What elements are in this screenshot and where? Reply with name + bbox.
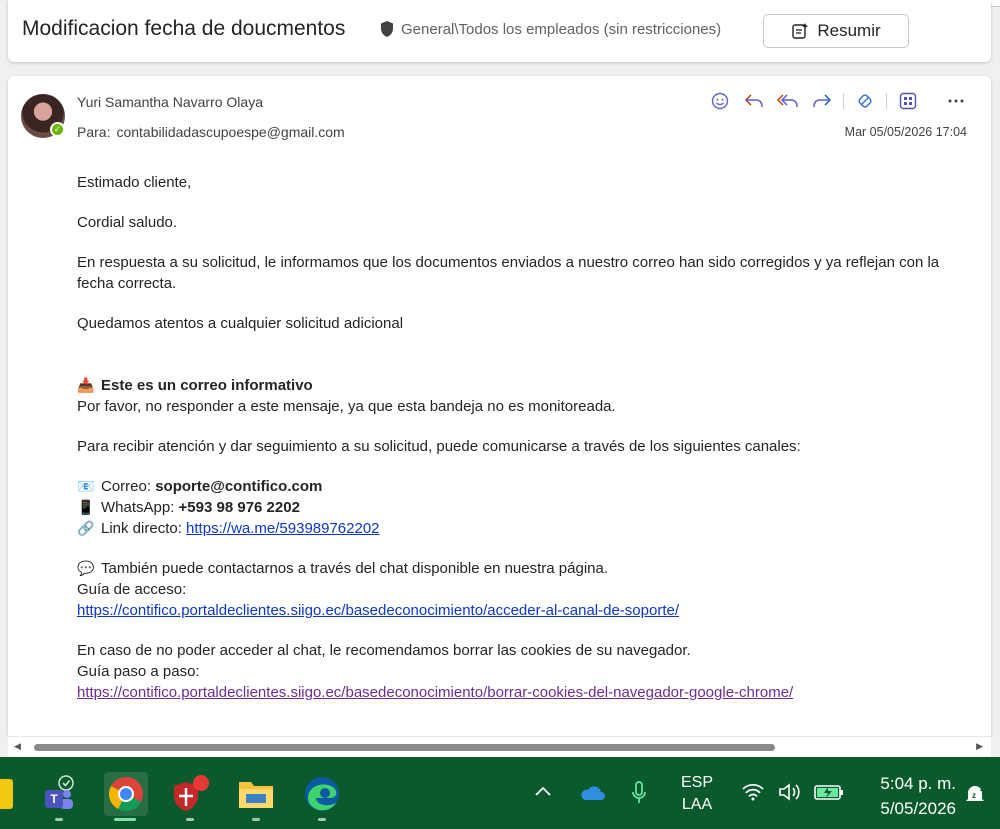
message-pane: ✓ Yuri Samantha Navarro Olaya Para: conta… <box>8 76 991 736</box>
edge-icon[interactable] <box>302 774 342 814</box>
language-indicator[interactable]: ESP LAA <box>681 772 713 816</box>
running-indicator <box>55 818 63 821</box>
sender-name[interactable]: Yuri Samantha Navarro Olaya <box>77 94 263 110</box>
running-indicator <box>186 818 194 821</box>
body-paragraph: En respuesta a su solicitud, le informam… <box>77 254 940 292</box>
keyboard-layout: LAA <box>681 796 713 813</box>
recipient-address[interactable]: contabilidadascupoespe@gmail.com <box>116 124 344 140</box>
info-text: Por favor, no responder a este mensaje, … <box>77 398 616 415</box>
support-guide-link[interactable]: https://contifico.portaldeclientes.siigo… <box>77 602 679 619</box>
whatsapp-label: WhatsApp: <box>101 499 179 516</box>
scroll-right-icon[interactable]: ▶ <box>976 741 983 752</box>
mobile-phone-icon: 📱 <box>77 499 95 515</box>
scrollbar-thumb[interactable] <box>34 744 775 751</box>
chat-text: También puede contactarnos a través del … <box>101 560 609 577</box>
support-email: soporte@contifico.com <box>155 478 323 495</box>
running-indicator <box>318 818 326 821</box>
chrome-icon[interactable] <box>104 772 148 816</box>
svg-text:z: z <box>972 791 976 800</box>
subject-bar: Modificacion fecha de doucmentos General… <box>8 0 991 62</box>
clock-date: 5/05/2026 <box>880 799 956 818</box>
running-indicator <box>252 818 260 821</box>
to-label: Para: <box>77 124 111 140</box>
language-code: ESP <box>681 774 714 791</box>
apps-icon[interactable] <box>891 90 925 112</box>
summarize-button[interactable]: Resumir <box>763 14 909 48</box>
link-icon: 🔗 <box>77 520 95 536</box>
onedrive-icon[interactable] <box>579 785 605 806</box>
summarize-icon <box>792 23 809 39</box>
greeting: Estimado cliente, <box>77 174 192 191</box>
chevron-up-icon[interactable] <box>535 783 551 801</box>
scroll-left-icon[interactable]: ◀ <box>14 741 21 752</box>
salutation: Cordial saludo. <box>77 214 178 231</box>
svg-text:z: z <box>980 784 984 793</box>
email-subject: Modificacion fecha de doucmentos <box>22 17 346 40</box>
reply-icon[interactable] <box>737 90 771 112</box>
presence-available-icon: ✓ <box>50 122 65 137</box>
emoji-react-icon[interactable] <box>703 90 737 112</box>
loop-icon[interactable] <box>848 90 882 112</box>
cookies-guide-link[interactable]: https://contifico.portaldeclientes.siigo… <box>77 684 793 701</box>
shield-icon <box>381 21 393 37</box>
microphone-icon[interactable] <box>632 781 646 810</box>
teams-icon[interactable]: T <box>38 774 78 814</box>
cookies-text: En caso de no poder acceder al chat, le … <box>77 642 691 659</box>
body-paragraph: Quedamos atentos a cualquier solicitud a… <box>77 315 404 332</box>
svg-text:T: T <box>50 792 58 806</box>
notification-bell-icon[interactable]: zz <box>964 783 986 810</box>
guide-label: Guía de acceso: <box>77 581 187 598</box>
channels-intro: Para recibir atención y dar seguimiento … <box>77 438 801 455</box>
toolbar-divider <box>843 93 844 109</box>
whatsapp-link[interactable]: https://wa.me/593989762202 <box>186 520 379 537</box>
reply-all-icon[interactable] <box>771 90 805 112</box>
clock-time: 5:04 p. m. <box>880 774 956 793</box>
active-indicator <box>114 818 136 821</box>
system-clock[interactable]: 5:04 p. m. 5/05/2026 <box>868 771 956 821</box>
horizontal-scrollbar[interactable]: ◀ ▶ <box>8 736 991 757</box>
battery-charging-icon[interactable] <box>814 783 844 806</box>
more-options-icon[interactable] <box>939 90 973 112</box>
volume-icon[interactable] <box>778 782 804 807</box>
taskbar: T ESP LAA 5:04 p. m. 5/05/2026 zz <box>0 757 1000 829</box>
cookies-guide-label: Guía paso a paso: <box>77 663 200 680</box>
sensitivity-label[interactable]: General\Todos los empleados (sin restric… <box>379 20 721 38</box>
link-label: Link directo: <box>101 520 187 537</box>
files-app-icon[interactable] <box>0 774 18 814</box>
sensitivity-text: General\Todos los empleados (sin restric… <box>401 20 722 38</box>
wifi-icon[interactable] <box>741 783 765 806</box>
forward-icon[interactable] <box>805 90 839 112</box>
message-date: Mar 05/05/2026 17:04 <box>844 125 967 139</box>
security-app-icon[interactable] <box>170 774 210 814</box>
speech-bubble-icon: 💬 <box>77 560 95 576</box>
info-title: Este es un correo informativo <box>101 377 313 394</box>
email-label: Correo: <box>101 478 156 495</box>
inbox-tray-icon: 📥 <box>77 377 95 393</box>
whatsapp-number: +593 98 976 2202 <box>178 499 300 516</box>
summarize-label: Resumir <box>817 21 881 40</box>
recipient-line: Para: contabilidadascupoespe@gmail.com <box>77 124 345 140</box>
message-actions <box>703 90 973 112</box>
toolbar-divider <box>886 93 887 109</box>
message-body: Estimado cliente, Cordial saludo. En res… <box>77 172 957 722</box>
file-explorer-icon[interactable] <box>236 774 276 814</box>
email-icon: 📧 <box>77 478 95 494</box>
